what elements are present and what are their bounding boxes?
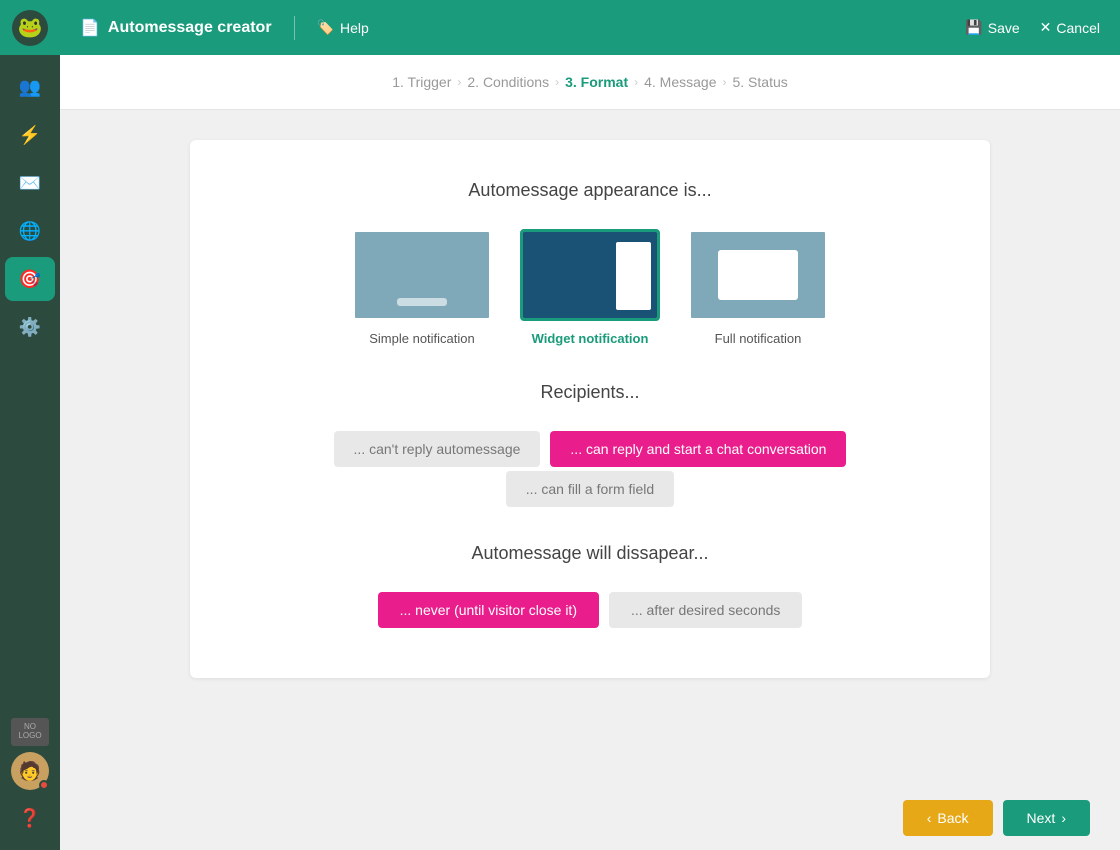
sidebar-nav: 👥 ⚡ ✉️ 🌐 🎯 ⚙️ [5, 55, 55, 718]
breadcrumb-arrow-2: › [555, 75, 559, 89]
next-button[interactable]: Next › [1003, 800, 1090, 836]
save-icon: 💾 [965, 19, 982, 36]
recipient-can-reply-button[interactable]: ... can reply and start a chat conversat… [550, 431, 846, 467]
sidebar-item-globe[interactable]: 🌐 [5, 209, 55, 253]
notif-label-simple: Simple notification [369, 331, 475, 346]
disappear-never-button[interactable]: ... never (until visitor close it) [378, 592, 599, 628]
bottom-actions: ‹ Back Next › [60, 786, 1120, 850]
cancel-button[interactable]: ✕ Cancel [1040, 19, 1100, 36]
notif-card-simple[interactable]: Simple notification [352, 229, 492, 346]
no-logo-badge: NOLOGO [11, 718, 49, 746]
sidebar-item-team[interactable]: 👥 [5, 65, 55, 109]
topbar-title: 📄 Automessage creator [80, 18, 272, 38]
preview-widget-bg [523, 232, 657, 318]
disappear-section: Automessage will dissapear... ... never … [250, 543, 930, 628]
sidebar-item-help[interactable]: ❓ [5, 796, 55, 840]
notif-preview-widget [520, 229, 660, 321]
main-card: Automessage appearance is... Simple noti… [190, 140, 990, 678]
avatar[interactable]: 🧑 [11, 752, 49, 790]
chevron-left-icon: ‹ [927, 810, 932, 826]
sidebar-item-flash[interactable]: ⚡ [5, 113, 55, 157]
notif-card-widget[interactable]: Widget notification [520, 229, 660, 346]
help-link[interactable]: 🏷️ Help [317, 19, 369, 36]
breadcrumb-message[interactable]: 4. Message [644, 74, 716, 90]
notif-card-full[interactable]: Full notification [688, 229, 828, 346]
disappear-title: Automessage will dissapear... [250, 543, 930, 564]
sidebar-bottom: NOLOGO 🧑 ❓ [5, 718, 55, 850]
page-content: Automessage appearance is... Simple noti… [60, 110, 1120, 786]
main-content: 📄 Automessage creator 🏷️ Help 💾 Save ✕ C… [60, 0, 1120, 850]
sidebar-logo[interactable]: 🐸 [0, 0, 60, 55]
chevron-right-icon: › [1061, 810, 1066, 826]
preview-simple-bg [355, 232, 489, 318]
sidebar-item-target[interactable]: 🎯 [5, 257, 55, 301]
preview-simple-bar [397, 298, 447, 306]
disappear-after-seconds-button[interactable]: ... after desired seconds [609, 592, 802, 628]
sidebar: 🐸 👥 ⚡ ✉️ 🌐 🎯 ⚙️ NOLOGO 🧑 ❓ [0, 0, 60, 850]
breadcrumb-format[interactable]: 3. Format [565, 74, 628, 90]
breadcrumb-status[interactable]: 5. Status [732, 74, 787, 90]
sidebar-item-settings[interactable]: ⚙️ [5, 305, 55, 349]
topbar-divider [294, 16, 295, 40]
disappear-buttons: ... never (until visitor close it) ... a… [250, 592, 930, 628]
recipients-title: Recipients... [250, 382, 930, 403]
breadcrumb-conditions[interactable]: 2. Conditions [467, 74, 549, 90]
notif-preview-simple [352, 229, 492, 321]
notif-label-widget: Widget notification [532, 331, 649, 346]
appearance-title: Automessage appearance is... [250, 180, 930, 201]
recipient-cant-reply-button[interactable]: ... can't reply automessage [334, 431, 541, 467]
avatar-status-dot [39, 780, 49, 790]
breadcrumb-arrow-3: › [634, 75, 638, 89]
breadcrumb-arrow-1: › [457, 75, 461, 89]
recipient-form-field-button[interactable]: ... can fill a form field [506, 471, 674, 507]
preview-widget-popup [616, 242, 651, 310]
topbar: 📄 Automessage creator 🏷️ Help 💾 Save ✕ C… [60, 0, 1120, 55]
preview-full-bg [691, 232, 825, 318]
notification-types: Simple notification Widget notification [250, 229, 930, 346]
breadcrumb-trigger[interactable]: 1. Trigger [392, 74, 451, 90]
back-button[interactable]: ‹ Back [903, 800, 993, 836]
breadcrumb: 1. Trigger › 2. Conditions › 3. Format ›… [60, 55, 1120, 110]
app-logo: 🐸 [12, 10, 48, 46]
breadcrumb-arrow-4: › [722, 75, 726, 89]
preview-full-box [718, 250, 798, 300]
save-button[interactable]: 💾 Save [965, 19, 1019, 36]
close-icon: ✕ [1040, 19, 1052, 36]
recipients-section: Recipients... ... can't reply automessag… [250, 382, 930, 507]
recipient-buttons-row1: ... can't reply automessage ... can repl… [250, 431, 930, 467]
notif-preview-full [688, 229, 828, 321]
help-icon: 🏷️ [317, 19, 334, 36]
sidebar-item-inbox[interactable]: ✉️ [5, 161, 55, 205]
app-title: Automessage creator [108, 19, 272, 37]
topbar-actions: 💾 Save ✕ Cancel [965, 19, 1100, 36]
document-icon: 📄 [80, 18, 100, 38]
notif-label-full: Full notification [715, 331, 802, 346]
